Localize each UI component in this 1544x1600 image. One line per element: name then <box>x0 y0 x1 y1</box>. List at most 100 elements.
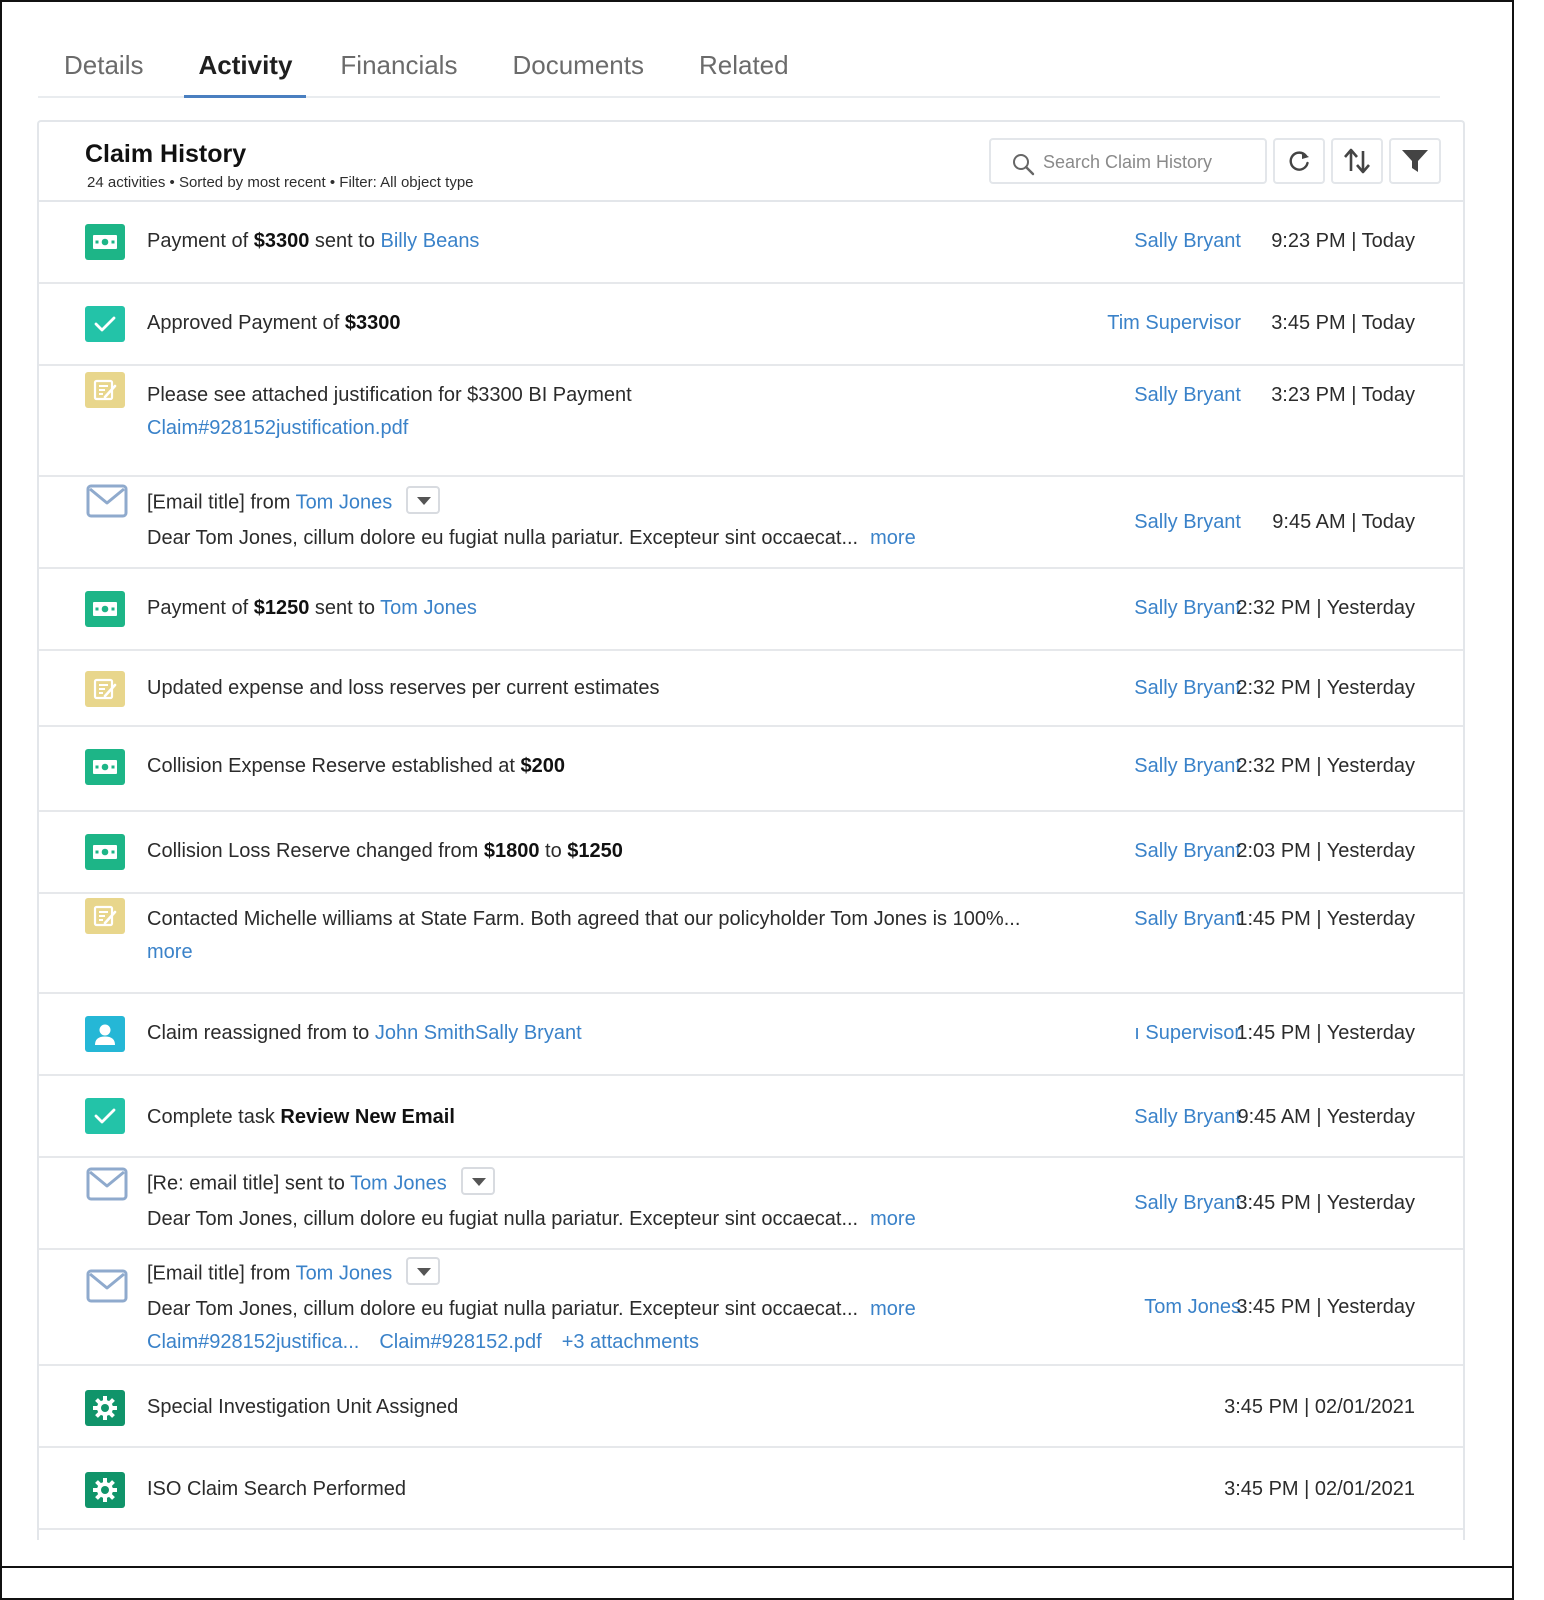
person-link[interactable]: Tom Jones <box>296 491 393 513</box>
activity-row[interactable]: Special Investigation Unit Assigned 3:45 … <box>39 1366 1463 1448</box>
activity-timestamp: 3:45 PM | Yesterday <box>1236 1192 1415 1214</box>
activity-row[interactable]: ISO Claim Search Performed 3:45 PM | 02/0… <box>39 1448 1463 1530</box>
activity-description: Collision Expense Reserve established at… <box>147 755 565 778</box>
person-link[interactable]: Sally Bryant <box>475 1022 582 1044</box>
activity-description: ISO Claim Search Performed <box>147 1478 406 1501</box>
activity-user-link[interactable]: Sally Bryant <box>1134 840 1241 863</box>
activity-timestamp: 3:45 PM | Today <box>1271 312 1415 334</box>
activity-headline: [Re: email title] sent to Tom Jones <box>147 1167 916 1198</box>
sort-button[interactable] <box>1331 138 1383 184</box>
record-tabs: Details Activity Financials Documents Re… <box>38 40 1440 98</box>
activity-headline: Payment of $3300 sent to Billy Beans <box>147 230 479 253</box>
activity-row[interactable]: [Email title] from Tom Jones Dear Tom Jon… <box>39 477 1463 569</box>
money-icon <box>85 591 125 627</box>
activity-row[interactable]: Payment of $1250 sent to Tom Jones Sally … <box>39 569 1463 651</box>
activity-timestamp: 3:23 PM | Today <box>1271 384 1415 406</box>
headline-text: Please see attached justification for $3… <box>147 384 632 406</box>
activity-description: Approved Payment of $3300 <box>147 312 401 335</box>
tab-details[interactable]: Details <box>64 40 143 96</box>
person-link[interactable]: Billy Beans <box>381 230 480 252</box>
attachment-link[interactable]: Claim#928152justification.pdf <box>147 417 408 439</box>
headline-strong: $1800 <box>483 840 540 862</box>
activity-row[interactable]: Claim reassigned from to John SmithSally… <box>39 994 1463 1076</box>
email-body-text: Dear Tom Jones, cillum dolore eu fugiat … <box>147 1208 859 1230</box>
activity-user-link[interactable]: Sally Bryant <box>1134 677 1241 700</box>
attachment-link[interactable]: +3 attachments <box>562 1331 699 1353</box>
activity-headline: Updated expense and loss reserves per cu… <box>147 677 660 700</box>
attachment-line: Claim#928152justifica... Claim#928152.pdf… <box>147 1331 916 1354</box>
money-icon <box>85 224 125 260</box>
person-link[interactable]: Tom Jones <box>350 1172 447 1194</box>
activity-user-link[interactable]: Sally Bryant <box>1134 384 1241 407</box>
activity-headline: Approved Payment of $3300 <box>147 312 401 335</box>
headline-text: Special Investigation Unit Assigned <box>147 1396 459 1418</box>
tab-activity[interactable]: Activity <box>184 40 307 98</box>
more-line: more <box>147 941 1020 964</box>
person-link[interactable]: Tom Jones <box>380 597 477 619</box>
more-link[interactable]: more <box>870 527 916 549</box>
activity-user-link[interactable]: Sally Bryant <box>1134 511 1241 534</box>
activity-row[interactable]: Contacted Michelle williams at State Far… <box>39 894 1463 994</box>
activity-row[interactable]: Complete task Review New Email Sally Brya… <box>39 1076 1463 1158</box>
tab-documents[interactable]: Documents <box>512 40 644 96</box>
activity-user-link[interactable]: Tom Jones <box>1144 1296 1241 1319</box>
headline-text: [Email title] from <box>147 1262 296 1285</box>
email-preview: Dear Tom Jones, cillum dolore eu fugiat … <box>147 527 916 550</box>
card-subtitle: 24 activities • Sorted by most recent • … <box>87 174 474 191</box>
activity-timestamp: 1:45 PM | Yesterday <box>1236 908 1415 930</box>
activity-row[interactable]: Payment of $3300 sent to Billy Beans Sall… <box>39 202 1463 284</box>
activity-row[interactable]: [Email title] from Tom Jones Dear Tom Jon… <box>39 1250 1463 1366</box>
search-box[interactable] <box>989 138 1267 184</box>
check-icon <box>85 1098 125 1134</box>
activity-user-link[interactable]: Sally Bryant <box>1134 597 1241 620</box>
activity-user-link[interactable]: ı Supervisor <box>1134 1022 1241 1045</box>
activity-timestamp: 9:45 AM | Today <box>1272 511 1415 533</box>
filter-button[interactable] <box>1389 138 1441 184</box>
activity-user-link[interactable]: Tim Supervisor <box>1107 312 1241 335</box>
activity-description: [Email title] from Tom Jones Dear Tom Jon… <box>147 486 916 550</box>
activity-row[interactable]: Approved Payment of $3300 Tim Supervisor 3… <box>39 284 1463 366</box>
activity-description: Special Investigation Unit Assigned <box>147 1396 458 1419</box>
activity-headline: Special Investigation Unit Assigned <box>147 1396 458 1419</box>
attachment-link[interactable]: Claim#928152.pdf <box>379 1331 541 1353</box>
activity-timestamp: 9:45 AM | Yesterday <box>1237 1106 1415 1128</box>
more-link[interactable]: more <box>870 1298 916 1320</box>
refresh-button[interactable] <box>1273 138 1325 184</box>
frame-bottom-edge <box>0 1566 1513 1568</box>
activity-user-link[interactable]: Sally Bryant <box>1134 908 1241 931</box>
activity-user-link[interactable]: Sally Bryant <box>1134 1106 1241 1129</box>
activity-headline: Complete task Review New Email <box>147 1106 455 1129</box>
sort-icon <box>1344 148 1370 174</box>
headline-strong: $1250 <box>567 840 623 862</box>
person-link[interactable]: Tom Jones <box>296 1262 393 1284</box>
activity-row[interactable]: Updated expense and loss reserves per cu… <box>39 651 1463 727</box>
email-actions-dropdown[interactable] <box>406 486 441 514</box>
activity-timestamp: 2:32 PM | Yesterday <box>1236 677 1415 699</box>
search-input[interactable] <box>1043 148 1258 176</box>
activity-row[interactable]: Please see attached justification for $3… <box>39 366 1463 477</box>
more-link[interactable]: more <box>870 1208 916 1230</box>
activity-headline: Contacted Michelle williams at State Far… <box>147 908 1020 931</box>
activity-row[interactable]: [Re: email title] sent to Tom Jones Dear … <box>39 1158 1463 1250</box>
more-link[interactable]: more <box>147 941 193 963</box>
person-link[interactable]: John Smith <box>375 1022 475 1044</box>
tab-financials[interactable]: Financials <box>340 40 457 96</box>
activity-user-link[interactable]: Sally Bryant <box>1134 1192 1241 1215</box>
attachment-link[interactable]: Claim#928152justifica... <box>147 1331 359 1353</box>
activity-row[interactable]: Collision Expense Reserve established at… <box>39 727 1463 812</box>
email-actions-dropdown[interactable] <box>460 1167 495 1195</box>
activity-description: Payment of $3300 sent to Billy Beans <box>147 230 479 253</box>
activity-row[interactable]: Collision Loss Reserve changed from $180… <box>39 812 1463 894</box>
activity-headline: Payment of $1250 sent to Tom Jones <box>147 597 477 620</box>
tab-related[interactable]: Related <box>699 40 789 96</box>
headline-strong: $200 <box>520 755 566 777</box>
headline-text: Payment of <box>147 597 254 619</box>
email-actions-dropdown[interactable] <box>406 1257 441 1285</box>
activity-user-link[interactable]: Sally Bryant <box>1134 755 1241 778</box>
headline-text: Collision Loss Reserve changed from <box>147 840 484 862</box>
check-icon <box>85 306 125 342</box>
activity-description: [Re: email title] sent to Tom Jones Dear … <box>147 1167 916 1231</box>
activity-user-link[interactable]: Sally Bryant <box>1134 230 1241 253</box>
activity-description: Updated expense and loss reserves per cu… <box>147 677 660 700</box>
gear-icon <box>85 1472 125 1508</box>
